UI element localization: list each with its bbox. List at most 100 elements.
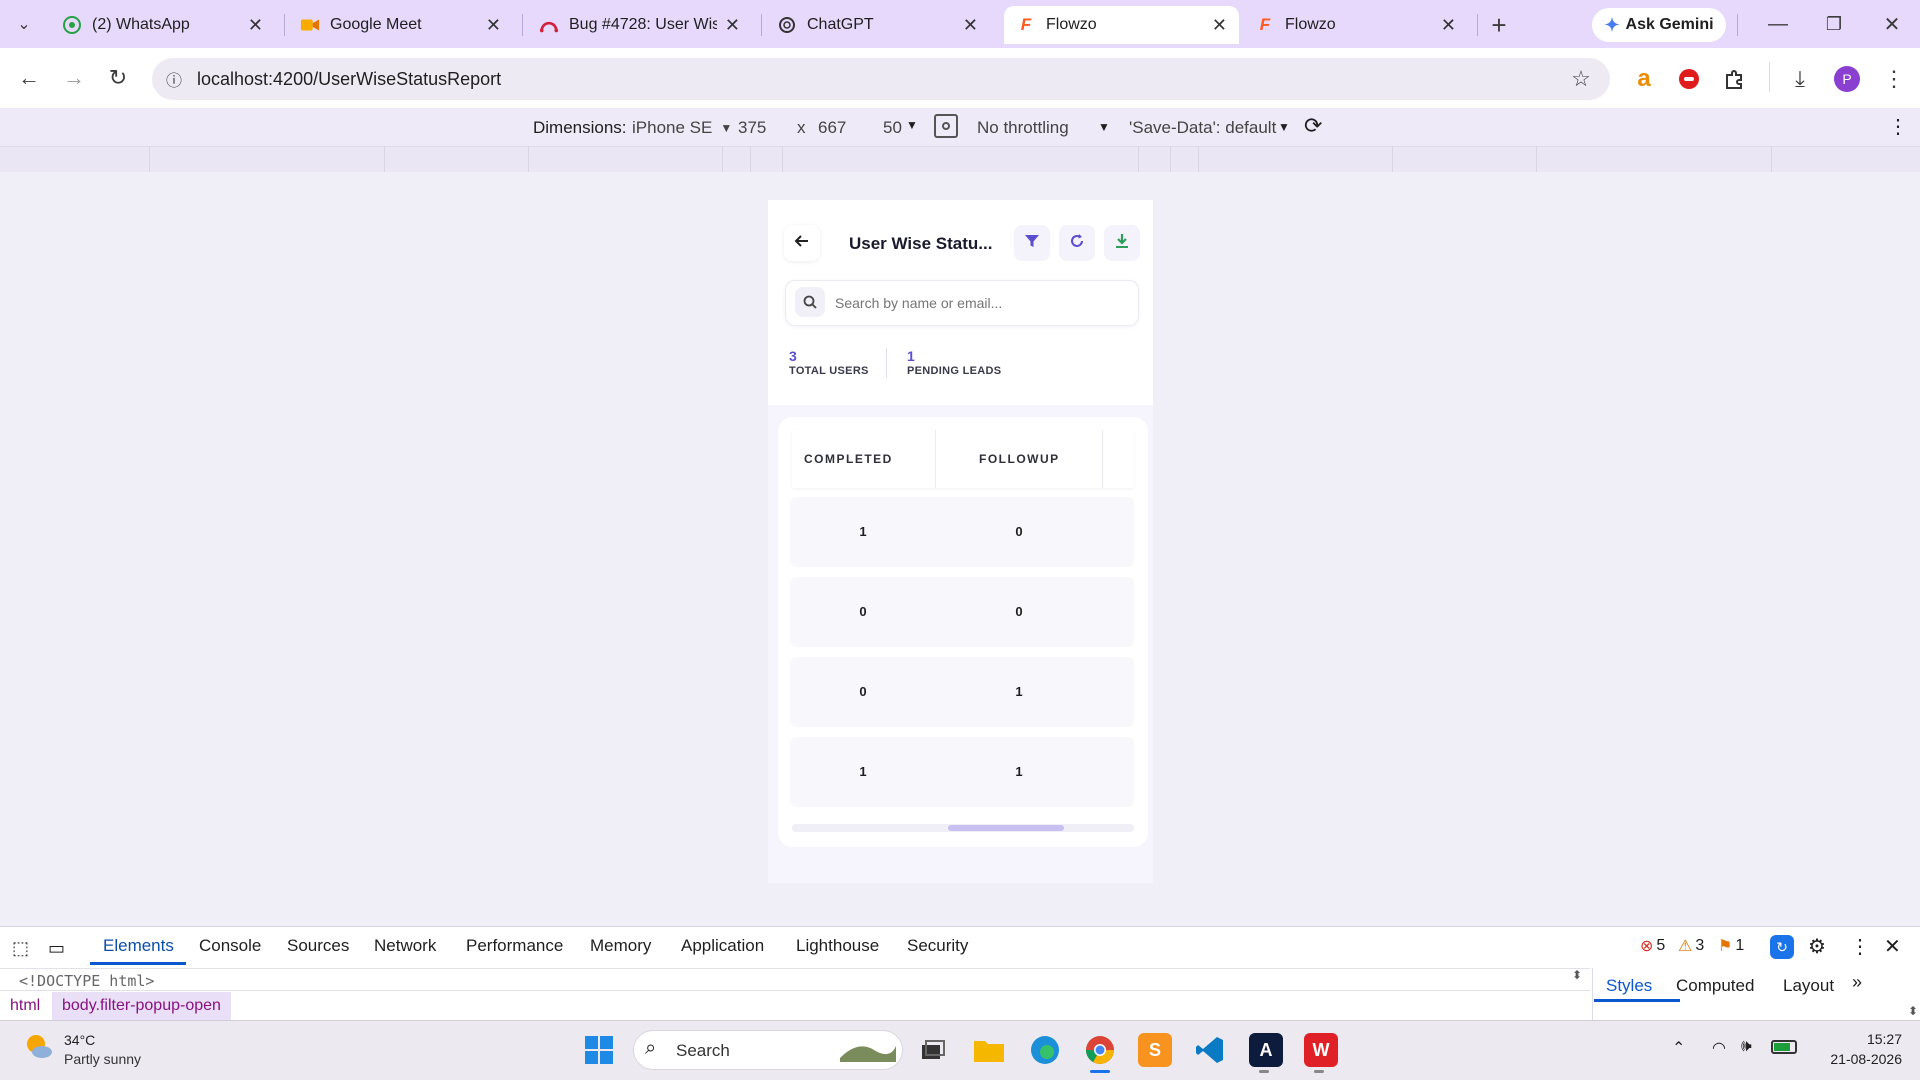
- table-cell-followup: 1: [1015, 684, 1023, 699]
- extensions-puzzle-icon[interactable]: [1718, 63, 1750, 95]
- download-report-button[interactable]: [1104, 225, 1140, 261]
- styles-tab[interactable]: Styles: [1606, 976, 1652, 996]
- tab-search-chevron-icon[interactable]: ⌄: [8, 8, 40, 40]
- site-info-icon[interactable]: ⓘ: [158, 63, 190, 95]
- ai-assistance-icon[interactable]: ↻: [1770, 935, 1794, 959]
- weather-description[interactable]: Partly sunny: [64, 1051, 141, 1067]
- reload-icon[interactable]: ↻: [102, 62, 134, 94]
- refresh-button[interactable]: [1059, 225, 1095, 261]
- device-select[interactable]: iPhone SE ▼: [632, 118, 732, 138]
- devtools-tab-performance[interactable]: Performance: [466, 936, 563, 956]
- close-tab-icon[interactable]: ✕: [248, 15, 263, 36]
- close-tab-icon[interactable]: ✕: [1212, 15, 1227, 36]
- devtools-tab-memory[interactable]: Memory: [590, 936, 651, 956]
- devtools-tab-security[interactable]: Security: [907, 936, 968, 956]
- close-window-icon[interactable]: ✕: [1876, 8, 1908, 40]
- issues-count-badge[interactable]: ⚑ 1: [1718, 936, 1744, 956]
- device-toolbar-more-icon[interactable]: ⋮: [1888, 114, 1908, 139]
- throttling-select[interactable]: No throttling: [977, 118, 1069, 138]
- amazon-extension-icon[interactable]: a: [1628, 63, 1660, 95]
- devtools-tab-network[interactable]: Network: [374, 936, 436, 956]
- throttling-caret-down-icon[interactable]: ▼: [1098, 120, 1110, 134]
- clock-date[interactable]: 21-08-2026: [1818, 1051, 1902, 1067]
- inspect-element-icon[interactable]: ⬚: [12, 938, 29, 959]
- vscode-icon[interactable]: [1193, 1033, 1227, 1067]
- horizontal-scrollbar-thumb[interactable]: [948, 825, 1064, 831]
- devtools-close-icon[interactable]: ✕: [1884, 934, 1901, 959]
- back-button[interactable]: [784, 225, 820, 261]
- close-tab-icon[interactable]: ✕: [486, 15, 501, 36]
- filter-button[interactable]: [1014, 225, 1050, 261]
- volume-icon[interactable]: 🕪: [1741, 1036, 1752, 1056]
- breadcrumb-html[interactable]: html: [10, 997, 40, 1015]
- bookmark-star-icon[interactable]: ☆: [1565, 63, 1597, 95]
- browser-menu-icon[interactable]: ⋮: [1878, 63, 1910, 95]
- error-count-badge[interactable]: ⊗ 5: [1640, 936, 1665, 956]
- file-explorer-icon[interactable]: [972, 1033, 1006, 1067]
- new-tab-button[interactable]: +: [1483, 9, 1515, 41]
- chrome-browser-icon[interactable]: [1083, 1033, 1117, 1067]
- devtools-tab-console[interactable]: Console: [199, 936, 261, 956]
- forward-icon[interactable]: →: [58, 62, 90, 94]
- layout-tab[interactable]: Layout: [1783, 976, 1834, 996]
- weather-partly-sunny-icon[interactable]: [22, 1030, 56, 1064]
- youtube-extension-icon[interactable]: [1673, 63, 1705, 95]
- scroll-arrows-icon[interactable]: ⬍: [1572, 968, 1582, 982]
- rotate-device-icon[interactable]: ⟳: [1304, 113, 1322, 139]
- url-text[interactable]: localhost:4200/UserWiseStatusReport: [197, 69, 501, 90]
- zoom-select[interactable]: 50: [883, 118, 903, 138]
- ask-gemini-button[interactable]: ✦ Ask Gemini: [1592, 8, 1726, 42]
- panel-splitter[interactable]: [1592, 968, 1593, 1020]
- close-tab-icon[interactable]: ✕: [963, 15, 978, 36]
- more-tabs-chevron-icon[interactable]: »: [1852, 972, 1862, 993]
- screenshot-capture-icon[interactable]: [934, 114, 958, 138]
- restore-icon[interactable]: ❐: [1818, 8, 1850, 40]
- back-icon[interactable]: ←: [13, 62, 45, 94]
- column-header-completed[interactable]: COMPLETED: [804, 452, 893, 466]
- tab-bug-4728[interactable]: Bug #4728: User Wise ✕: [527, 6, 752, 44]
- weather-temperature[interactable]: 34°C: [64, 1032, 95, 1048]
- task-view-icon[interactable]: [916, 1033, 950, 1067]
- battery-charging-icon[interactable]: [1771, 1040, 1797, 1054]
- computed-tab[interactable]: Computed: [1676, 976, 1754, 996]
- search-input[interactable]: [835, 288, 1125, 318]
- tab-flowzo[interactable]: F Flowzo ✕: [1243, 6, 1468, 44]
- edge-browser-icon[interactable]: [1028, 1033, 1062, 1067]
- save-data-caret-down-icon[interactable]: ▼: [1278, 120, 1290, 134]
- close-tab-icon[interactable]: ✕: [725, 15, 740, 36]
- android-studio-icon[interactable]: A: [1249, 1033, 1283, 1067]
- close-tab-icon[interactable]: ✕: [1441, 15, 1456, 36]
- side-scroll-arrows-icon[interactable]: ⬍: [1908, 1004, 1918, 1018]
- devtools-tab-sources[interactable]: Sources: [287, 936, 349, 956]
- ruler-tick: [1392, 146, 1393, 172]
- tab-title: Flowzo: [1046, 16, 1097, 33]
- width-input[interactable]: 375: [738, 118, 766, 138]
- devtools-tab-lighthouse[interactable]: Lighthouse: [796, 936, 879, 956]
- tab-chatgpt[interactable]: ChatGPT ✕: [765, 6, 990, 44]
- devtools-tab-application[interactable]: Application: [681, 936, 764, 956]
- save-data-select[interactable]: 'Save-Data': default: [1129, 118, 1276, 138]
- windows-start-icon[interactable]: [584, 1035, 614, 1065]
- gemini-sparkle-icon: ✦: [1604, 14, 1620, 35]
- warning-count-badge[interactable]: ⚠ 3: [1678, 936, 1704, 956]
- clock-time[interactable]: 15:27: [1858, 1031, 1902, 1047]
- column-header-followup[interactable]: FOLLOWUP: [979, 452, 1060, 466]
- profile-avatar[interactable]: P: [1834, 66, 1860, 92]
- device-toggle-icon[interactable]: ▭: [48, 938, 65, 959]
- dom-doctype-line[interactable]: <!DOCTYPE html>: [19, 972, 154, 990]
- devtools-tab-elements[interactable]: Elements: [103, 936, 174, 956]
- minimize-icon[interactable]: —: [1762, 8, 1794, 40]
- breadcrumb-body[interactable]: body.filter-popup-open: [52, 992, 231, 1020]
- show-hidden-icons-chevron-icon[interactable]: ⌃: [1672, 1038, 1685, 1058]
- wifi-icon[interactable]: ◠: [1712, 1038, 1726, 1058]
- devtools-more-icon[interactable]: ⋮: [1850, 934, 1870, 959]
- sublime-text-icon[interactable]: S: [1138, 1033, 1172, 1067]
- devtools-settings-icon[interactable]: ⚙: [1808, 934, 1826, 959]
- tab-flowzo-active[interactable]: F Flowzo ✕: [1004, 6, 1239, 44]
- tab-whatsapp[interactable]: (2) WhatsApp ✕: [50, 6, 275, 44]
- zoom-caret-down-icon[interactable]: ▼: [906, 118, 918, 132]
- wps-office-icon[interactable]: W: [1304, 1033, 1338, 1067]
- height-input[interactable]: 667: [818, 118, 846, 138]
- download-icon[interactable]: ⤓: [1784, 63, 1816, 95]
- tab-google-meet[interactable]: Google Meet ✕: [288, 6, 513, 44]
